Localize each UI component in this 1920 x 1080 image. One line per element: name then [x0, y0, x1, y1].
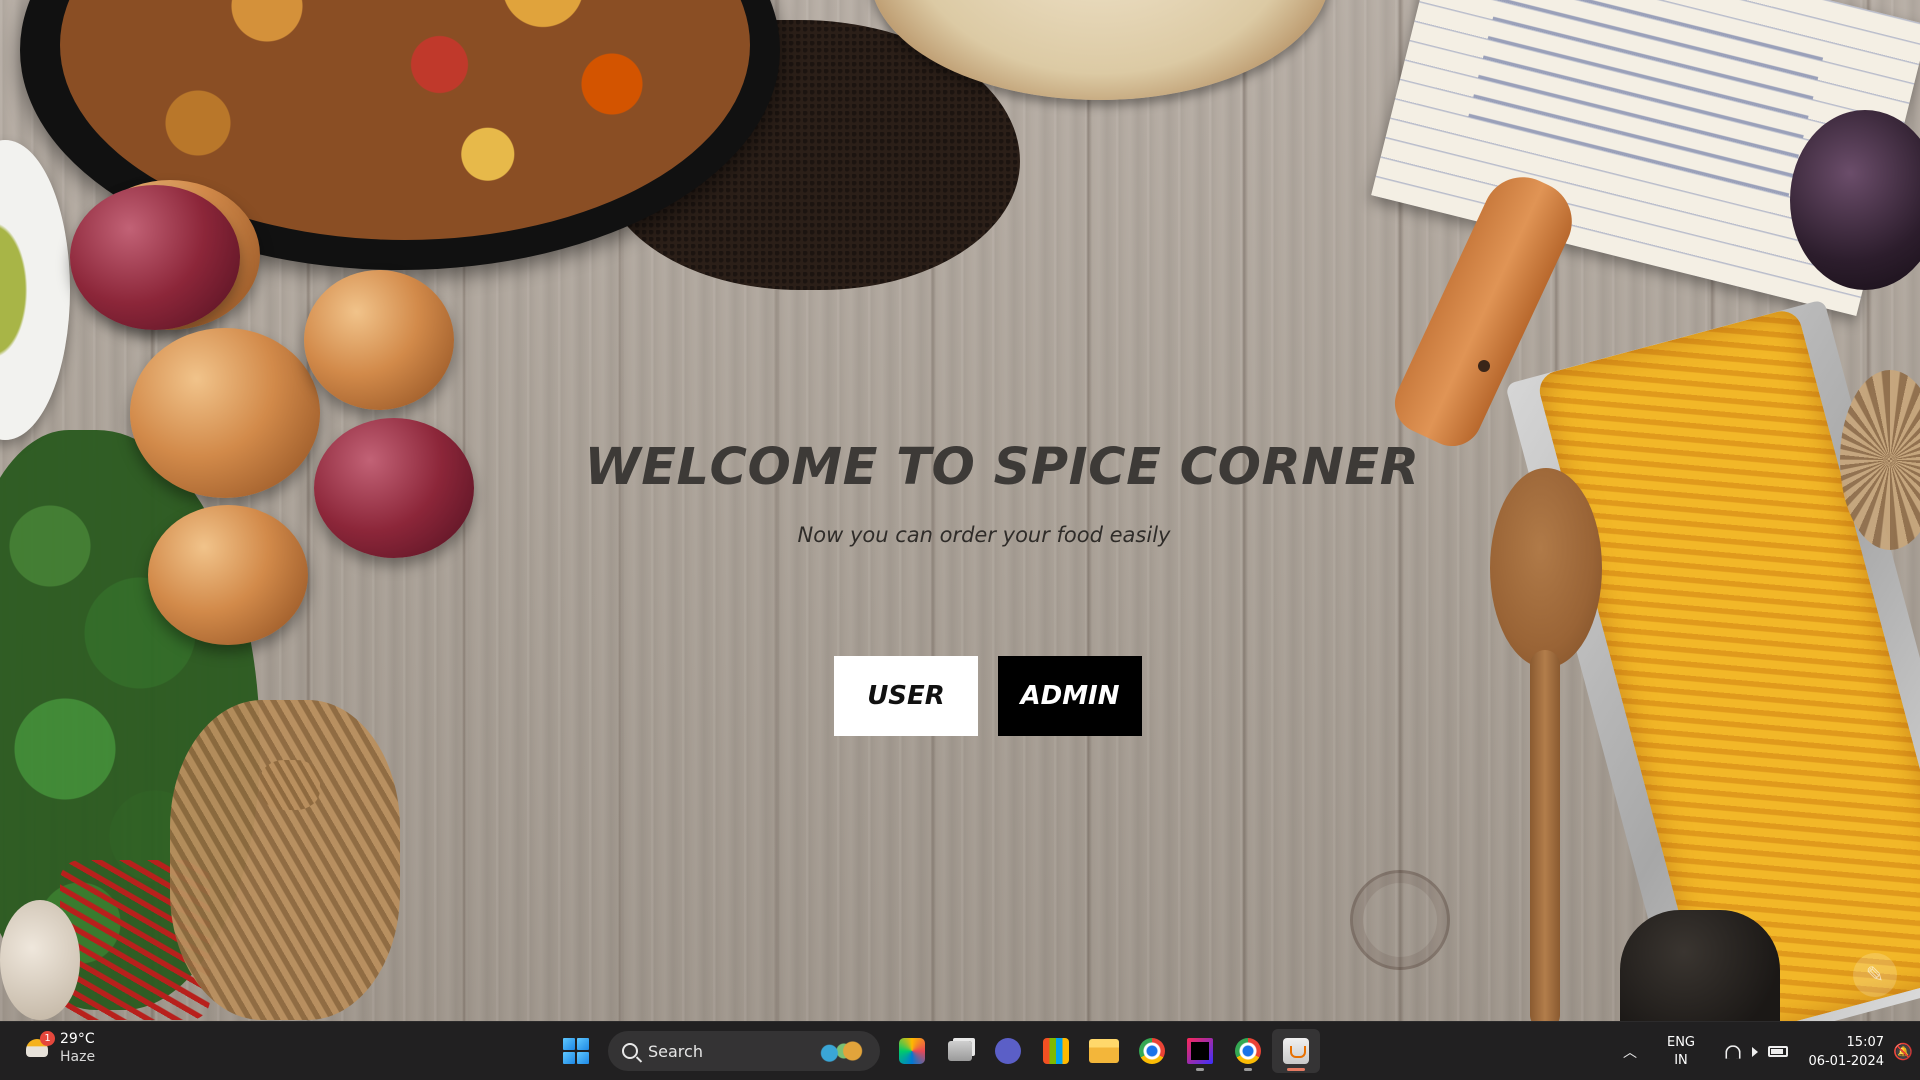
wooden-spoon-handle [1530, 650, 1560, 1021]
welcome-title: WELCOME TO SPICE CORNER [584, 438, 1420, 497]
cutting-board-hole [1478, 360, 1490, 372]
taskbar: 1 29°C Haze Search ︿ ENG IN 15:07 06-01-… [0, 1021, 1920, 1080]
chrome-button[interactable] [1128, 1029, 1176, 1073]
windows-start-icon [563, 1038, 589, 1064]
weather-condition: Haze [60, 1049, 96, 1065]
intellij-button[interactable] [1176, 1029, 1224, 1073]
search-icon [622, 1043, 638, 1059]
running-indicator [1196, 1068, 1204, 1071]
taskbar-apps: Search [552, 1029, 1320, 1073]
clock[interactable]: 15:07 06-01-2024 [1800, 1033, 1886, 1071]
wifi-icon [1725, 1044, 1741, 1059]
clock-time: 15:07 [1846, 1034, 1884, 1050]
battery-icon [1768, 1046, 1788, 1057]
taskbar-search[interactable]: Search [608, 1031, 880, 1071]
java-app-icon [1283, 1038, 1309, 1064]
onion [304, 270, 454, 410]
olive-bowl [0, 140, 70, 440]
notification-badge: 1 [40, 1031, 55, 1046]
dark-object [1620, 910, 1780, 1021]
chrome-icon [1139, 1038, 1165, 1064]
garlic [0, 900, 80, 1020]
welcome-subtitle: Now you can order your food easily [797, 523, 1171, 547]
user-button[interactable]: USER [834, 656, 978, 736]
wood-knot [1350, 870, 1450, 970]
active-indicator [1287, 1068, 1305, 1071]
language-indicator[interactable]: ENG IN [1650, 1034, 1712, 1070]
search-placeholder: Search [648, 1041, 703, 1061]
wooden-spoon-head [1490, 468, 1602, 668]
fusilli-pasta [170, 700, 400, 1020]
notification-bell-icon[interactable]: 🔕 [1886, 1042, 1920, 1061]
chrome-profile-button[interactable] [1224, 1029, 1272, 1073]
start-button[interactable] [552, 1029, 600, 1073]
java-app-button[interactable] [1272, 1029, 1320, 1073]
app-window: ✎ WELCOME TO SPICE CORNER Now you can or… [0, 0, 1920, 1021]
file-explorer-icon [1089, 1039, 1119, 1063]
meet-button[interactable] [984, 1029, 1032, 1073]
admin-button[interactable]: ADMIN [998, 656, 1142, 736]
task-view-icon [948, 1041, 972, 1061]
red-onion [70, 185, 240, 330]
pencil-icon[interactable]: ✎ [1853, 953, 1897, 997]
clock-date: 06-01-2024 [1808, 1053, 1884, 1069]
chevron-up-icon[interactable]: ︿ [1610, 1042, 1650, 1062]
chrome-profile-icon [1235, 1038, 1261, 1064]
weather-temperature: 29°C [60, 1031, 95, 1047]
file-explorer-button[interactable] [1080, 1029, 1128, 1073]
copilot-icon [899, 1038, 925, 1064]
language-region: IN [1674, 1052, 1688, 1068]
running-indicator [1244, 1068, 1252, 1071]
search-highlight-icon [812, 1040, 870, 1062]
store-button[interactable] [1032, 1029, 1080, 1073]
weather-widget[interactable]: 1 29°C Haze [22, 1030, 95, 1066]
task-view-button[interactable] [936, 1029, 984, 1073]
weather-haze-icon: 1 [22, 1031, 55, 1063]
meet-icon [995, 1038, 1021, 1064]
quick-settings[interactable] [1712, 1044, 1800, 1060]
copilot-button[interactable] [888, 1029, 936, 1073]
language-code: ENG [1666, 1034, 1695, 1050]
fusilli-pasta-piece [260, 760, 320, 810]
volume-icon [1752, 1046, 1758, 1057]
store-icon [1043, 1038, 1069, 1064]
system-tray: ︿ ENG IN 15:07 06-01-2024 🔕 [1610, 1022, 1920, 1080]
intellij-icon [1187, 1038, 1213, 1064]
